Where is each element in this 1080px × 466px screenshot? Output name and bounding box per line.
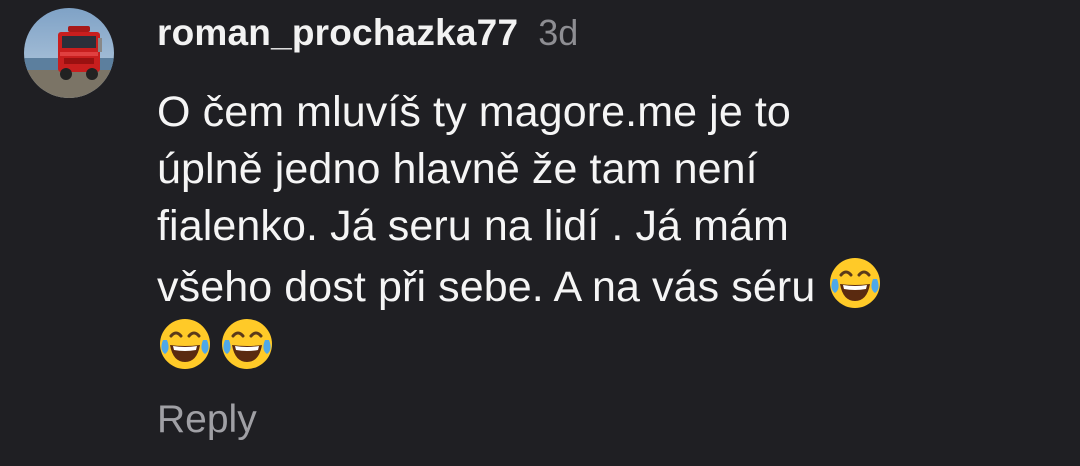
comment-line: fialenko. Já seru na lidí . Já mám <box>157 202 789 250</box>
emoji-row <box>157 316 1057 377</box>
face-with-tears-of-joy-icon <box>827 255 883 311</box>
comment-line: všeho dost při sebe. A na vás séru <box>157 263 816 311</box>
comment-body: O čem mluvíš ty magore.me je to úplně je… <box>157 84 1057 377</box>
comment-item: roman_prochazka77 3d O čem mluvíš ty mag… <box>0 0 1080 466</box>
comment-header: roman_prochazka77 3d <box>157 12 578 62</box>
reply-button[interactable]: Reply <box>157 398 257 442</box>
face-with-tears-of-joy-icon <box>157 316 213 372</box>
comment-line: O čem mluvíš ty magore.me je to <box>157 88 791 136</box>
avatar-truck-photo <box>24 8 114 98</box>
comment-line: úplně jedno hlavně že tam není <box>157 145 758 193</box>
username[interactable]: roman_prochazka77 <box>157 12 518 54</box>
timestamp: 3d <box>538 12 579 53</box>
comment-line-with-emoji: všeho dost při sebe. A na vás séru <box>157 255 1057 316</box>
face-with-tears-of-joy-icon <box>219 316 275 372</box>
avatar[interactable] <box>24 8 114 98</box>
